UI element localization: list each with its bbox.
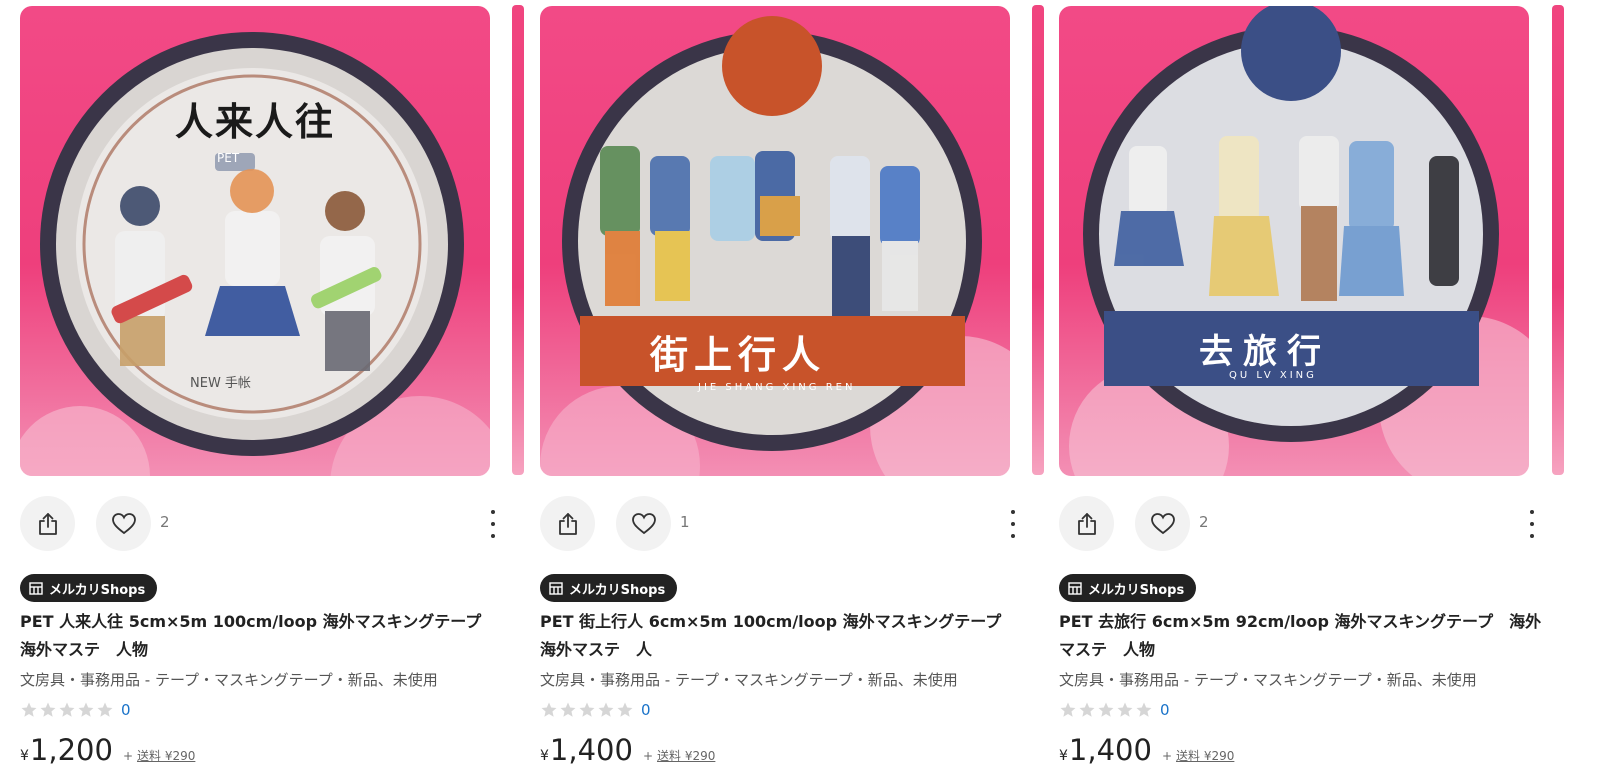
product-category: 文房具・事務用品 - テープ・マスキングテープ・新品、未使用 (540, 671, 958, 689)
share-icon (38, 512, 57, 535)
shipping-fee[interactable]: 送料 ¥290 (1176, 747, 1234, 764)
plus-sign: + (642, 749, 654, 763)
action-row: 2 (1059, 496, 1539, 552)
rating: 0 (1059, 700, 1170, 720)
star-icon (1098, 702, 1114, 717)
product-photo[interactable]: 人来人往 PET NEW 手帐 (20, 6, 490, 476)
share-icon (1077, 512, 1096, 535)
like-button[interactable] (616, 496, 671, 551)
tape-title: 人来人往 (175, 99, 336, 144)
adjacent-photo-edge (1552, 5, 1564, 475)
share-button[interactable] (540, 496, 595, 551)
star-icon (1117, 702, 1133, 717)
more-vertical-icon (1011, 510, 1015, 514)
rating: 0 (20, 700, 131, 720)
currency-symbol: ¥ (1059, 748, 1068, 764)
rating-stars (1059, 701, 1153, 719)
product-title[interactable]: PET 人来人往 5cm×5m 100cm/loop 海外マスキングテープ 海外… (20, 608, 505, 664)
rating-stars (20, 701, 114, 719)
tape-subtitle: JIE SHANG XING REN (698, 382, 856, 393)
tape-title: 去旅行 (1199, 332, 1331, 372)
shop-icon (549, 581, 563, 595)
star-icon (59, 702, 75, 717)
product-photo[interactable]: 去旅行 QU LV XING (1059, 6, 1529, 476)
price: 1,200 (29, 733, 113, 767)
action-row: 2 (20, 496, 500, 552)
more-options-button[interactable] (1006, 510, 1020, 538)
more-vertical-icon (491, 510, 495, 514)
like-button[interactable] (1135, 496, 1190, 551)
rating: 0 (540, 700, 651, 720)
product-title[interactable]: PET 去旅行 6cm×5m 92cm/loop 海外マスキングテープ 海外マス… (1059, 608, 1544, 664)
product-card[interactable]: 街上行人 JIE SHANG XING REN 1 メルカリShops PET … (540, 0, 1020, 783)
heart-icon (1150, 512, 1175, 534)
share-button[interactable] (20, 496, 75, 551)
shop-badge: メルカリShops (20, 574, 158, 602)
star-icon (617, 702, 633, 717)
currency-symbol: ¥ (540, 748, 549, 764)
price-row: ¥ 1,400 + 送料 ¥290 (1059, 733, 1234, 769)
rating-stars (540, 701, 634, 719)
price: 1,400 (549, 733, 633, 767)
more-vertical-icon (1530, 510, 1534, 514)
shop-badge-label: メルカリShops (49, 582, 146, 598)
product-card[interactable]: 人来人往 PET NEW 手帐 2 メルカリShops PET 人来人往 5cm… (20, 0, 500, 783)
heart-icon (631, 512, 656, 534)
star-icon (97, 702, 113, 717)
shop-icon (29, 581, 43, 595)
star-icon (21, 702, 37, 717)
star-icon (1136, 702, 1152, 717)
price-row: ¥ 1,200 + 送料 ¥290 (20, 733, 195, 769)
rating-count[interactable]: 0 (121, 701, 131, 719)
share-button[interactable] (1059, 496, 1114, 551)
share-icon (558, 512, 577, 535)
shop-badge-label: メルカリShops (569, 582, 666, 598)
shop-badge-label: メルカリShops (1088, 582, 1185, 598)
like-count: 2 (1199, 513, 1209, 531)
product-category: 文房具・事務用品 - テープ・マスキングテープ・新品、未使用 (1059, 671, 1477, 689)
star-icon (598, 702, 614, 717)
price: 1,400 (1068, 733, 1152, 767)
shipping-fee[interactable]: 送料 ¥290 (657, 747, 715, 764)
product-category: 文房具・事務用品 - テープ・マスキングテープ・新品、未使用 (20, 671, 438, 689)
rating-count[interactable]: 0 (641, 701, 651, 719)
adjacent-photo-edge (512, 5, 524, 475)
star-icon (1079, 702, 1095, 717)
more-options-button[interactable] (486, 510, 500, 538)
action-row: 1 (540, 496, 1020, 552)
heart-icon (111, 512, 136, 534)
tape-subtitle: QU LV XING (1229, 370, 1317, 381)
star-icon (1060, 702, 1076, 717)
star-icon (40, 702, 56, 717)
rating-count[interactable]: 0 (1160, 701, 1170, 719)
shipping-fee[interactable]: 送料 ¥290 (137, 747, 195, 764)
like-count: 2 (160, 513, 170, 531)
adjacent-photo-edge (1032, 5, 1044, 475)
plus-sign: + (1161, 749, 1173, 763)
star-icon (78, 702, 94, 717)
star-icon (579, 702, 595, 717)
tape-subtitle: NEW 手帐 (190, 376, 251, 391)
tape-title: 街上行人 (650, 332, 827, 377)
product-card[interactable]: 去旅行 QU LV XING 2 メルカリShops PET 去旅行 6cm×5… (1059, 0, 1541, 783)
plus-sign: + (122, 749, 134, 763)
shop-badge: メルカリShops (540, 574, 678, 602)
tape-tag: PET (217, 151, 240, 165)
like-count: 1 (680, 513, 690, 531)
product-title[interactable]: PET 街上行人 6cm×5m 100cm/loop 海外マスキングテープ 海外… (540, 608, 1025, 664)
like-button[interactable] (96, 496, 151, 551)
shop-icon (1068, 581, 1082, 595)
star-icon (560, 702, 576, 717)
product-photo[interactable]: 街上行人 JIE SHANG XING REN (540, 6, 1010, 476)
currency-symbol: ¥ (20, 748, 29, 764)
shop-badge: メルカリShops (1059, 574, 1197, 602)
star-icon (541, 702, 557, 717)
more-options-button[interactable] (1525, 510, 1539, 538)
price-row: ¥ 1,400 + 送料 ¥290 (540, 733, 715, 769)
